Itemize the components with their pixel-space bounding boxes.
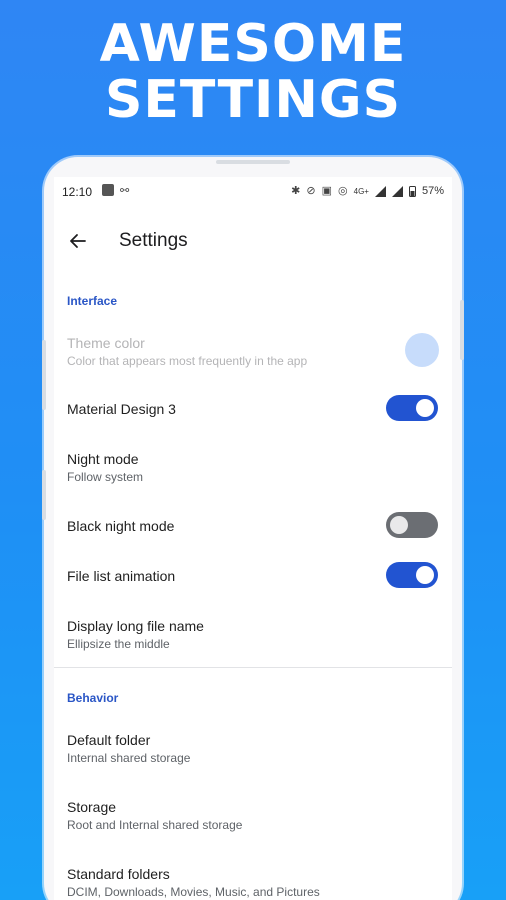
headline-line-1: AWESOME xyxy=(99,14,407,74)
promo-headline: AWESOME SETTINGS xyxy=(0,16,506,128)
pref-theme-color: Theme color Color that appears most freq… xyxy=(67,334,439,369)
signal-icon xyxy=(391,185,403,197)
hotspot-icon: ◎ xyxy=(338,185,348,197)
status-time: 12:10 xyxy=(62,185,93,199)
phone-screen: 12:10 ⚯ ✱ ⊘ ▣ ◎ 4G+ 57% Settings Interfa… xyxy=(54,177,452,900)
phone-speaker xyxy=(216,160,290,164)
pref-title: Night mode xyxy=(67,451,139,467)
pref-black-night-mode[interactable]: Black night mode xyxy=(67,517,439,535)
headline-line-2: SETTINGS xyxy=(104,70,402,130)
pref-title: Standard folders xyxy=(67,866,170,882)
file-list-animation-switch[interactable] xyxy=(386,562,438,588)
nfc-icon: ▣ xyxy=(321,185,333,197)
app-bar: Settings xyxy=(54,217,452,265)
pref-title: File list animation xyxy=(67,568,176,584)
pref-display-long-file-name[interactable]: Display long file name Ellipsize the mid… xyxy=(67,617,439,652)
pref-summary: Internal shared storage xyxy=(67,751,191,765)
theme-color-swatch xyxy=(405,333,439,367)
pref-standard-folders[interactable]: Standard folders DCIM, Downloads, Movies… xyxy=(67,865,439,900)
battery-icon xyxy=(408,186,416,197)
pref-file-list-animation[interactable]: File list animation xyxy=(67,567,439,585)
pref-title: Storage xyxy=(67,799,117,815)
pref-title: Display long file name xyxy=(67,618,204,634)
mute-icon: ⊘ xyxy=(306,185,316,197)
status-bar: 12:10 ⚯ ✱ ⊘ ▣ ◎ 4G+ 57% xyxy=(54,177,452,207)
network-type: 4G+ xyxy=(353,186,369,196)
switch-knob xyxy=(390,516,408,534)
battery-percent: 57% xyxy=(421,185,444,197)
pref-storage[interactable]: Storage Root and Internal shared storage xyxy=(67,798,439,833)
switch-knob xyxy=(416,566,434,584)
pref-title: Material Design 3 xyxy=(67,401,176,417)
pref-material-design-3[interactable]: Material Design 3 xyxy=(67,400,439,418)
signal-icon xyxy=(374,185,386,197)
pref-summary: Color that appears most frequently in th… xyxy=(67,354,308,368)
phone-side-button xyxy=(42,340,46,410)
pref-night-mode[interactable]: Night mode Follow system xyxy=(67,450,439,485)
pref-title: Theme color xyxy=(67,335,145,351)
section-divider xyxy=(54,667,452,668)
pref-default-folder[interactable]: Default folder Internal shared storage xyxy=(67,731,439,766)
material-design-3-switch[interactable] xyxy=(386,395,438,421)
pref-summary: Root and Internal shared storage xyxy=(67,818,243,832)
status-icons: ✱ ⊘ ▣ ◎ 4G+ 57% xyxy=(291,184,444,198)
black-night-mode-switch[interactable] xyxy=(386,512,438,538)
phone-side-button xyxy=(460,300,464,360)
section-header-interface: Interface xyxy=(67,294,118,308)
usb-debug-icon: ⚯ xyxy=(120,185,130,197)
notification-icon xyxy=(102,184,114,196)
pref-summary: Follow system xyxy=(67,470,144,484)
phone-side-button xyxy=(42,470,46,520)
bluetooth-icon: ✱ xyxy=(291,185,301,197)
pref-title: Black night mode xyxy=(67,518,175,534)
pref-summary: Ellipsize the middle xyxy=(67,637,170,651)
section-header-behavior: Behavior xyxy=(67,691,119,705)
back-arrow-icon[interactable] xyxy=(68,231,88,251)
pref-summary: DCIM, Downloads, Movies, Music, and Pict… xyxy=(67,885,320,899)
switch-knob xyxy=(416,399,434,417)
page-title: Settings xyxy=(119,230,188,251)
pref-title: Default folder xyxy=(67,732,151,748)
